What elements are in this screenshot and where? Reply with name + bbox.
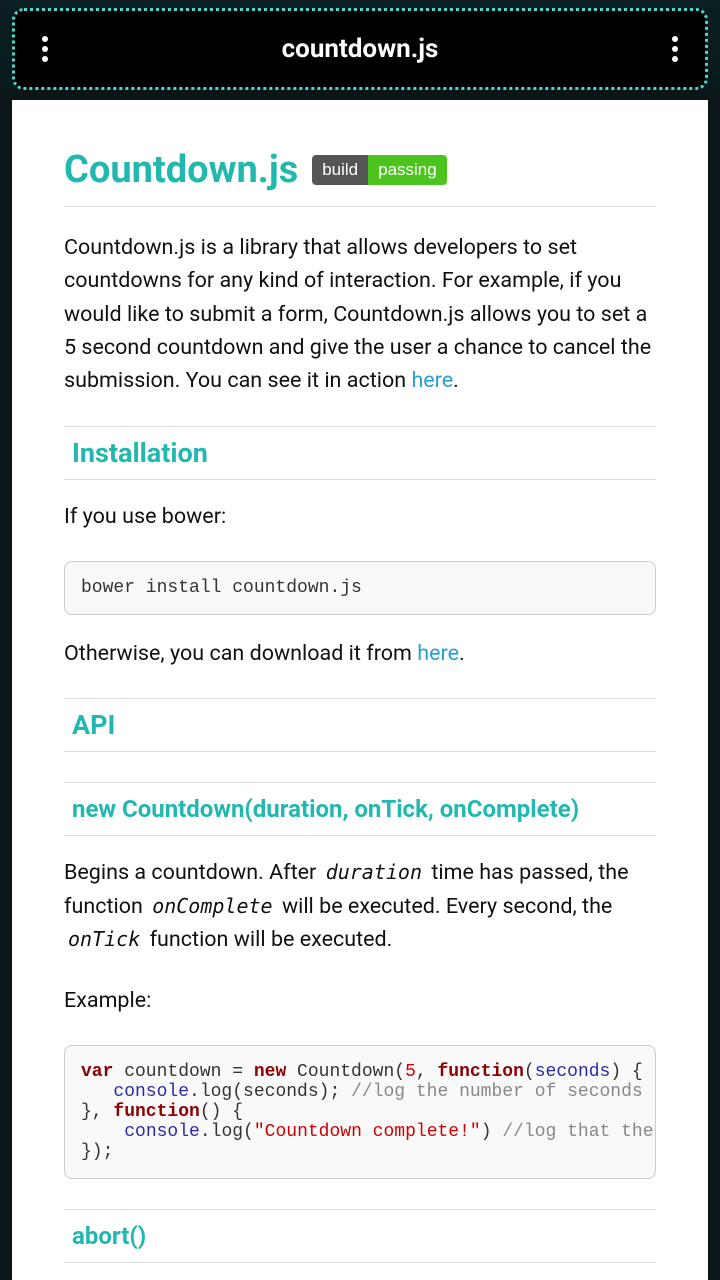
build-badge[interactable]: build passing (312, 155, 447, 185)
constructor-description: Begins a countdown. After duration time … (64, 856, 656, 956)
intro-paragraph: Countdown.js is a library that allows de… (64, 231, 656, 398)
otherwise-pre: Otherwise, you can download it from (64, 641, 417, 666)
bower-code-block: bower install countdown.js (64, 561, 656, 615)
download-here-link[interactable]: here (417, 641, 459, 666)
intro-period: . (453, 368, 459, 393)
intro-here-link[interactable]: here (411, 368, 453, 393)
intro-text: Countdown.js is a library that allows de… (64, 235, 651, 393)
abort-heading: abort() (64, 1209, 656, 1263)
badge-status: passing (368, 155, 447, 185)
example-label: Example: (64, 984, 656, 1017)
oncomplete-code: onComplete (148, 894, 276, 918)
title-row: Countdown.js build passing (64, 148, 656, 207)
api-heading: API (64, 698, 656, 752)
installation-heading: Installation (64, 426, 656, 480)
badge-label: build (312, 155, 368, 185)
constructor-heading: new Countdown(duration, onTick, onComple… (64, 782, 656, 836)
example-code-block: var countdown = new Countdown(5, functio… (64, 1045, 656, 1179)
bower-label: If you use bower: (64, 500, 656, 533)
ontick-code: onTick (64, 927, 144, 951)
app-bar: countdown.js (14, 10, 706, 88)
app-title: countdown.js (48, 34, 672, 64)
otherwise-post: . (459, 641, 465, 666)
app-bar-container: countdown.js (0, 0, 720, 88)
page-title: Countdown.js (64, 148, 298, 192)
menu-right-icon[interactable] (672, 36, 678, 62)
document-content: Countdown.js build passing Countdown.js … (12, 100, 708, 1280)
duration-code: duration (322, 860, 426, 884)
download-paragraph: Otherwise, you can download it from here… (64, 637, 656, 670)
